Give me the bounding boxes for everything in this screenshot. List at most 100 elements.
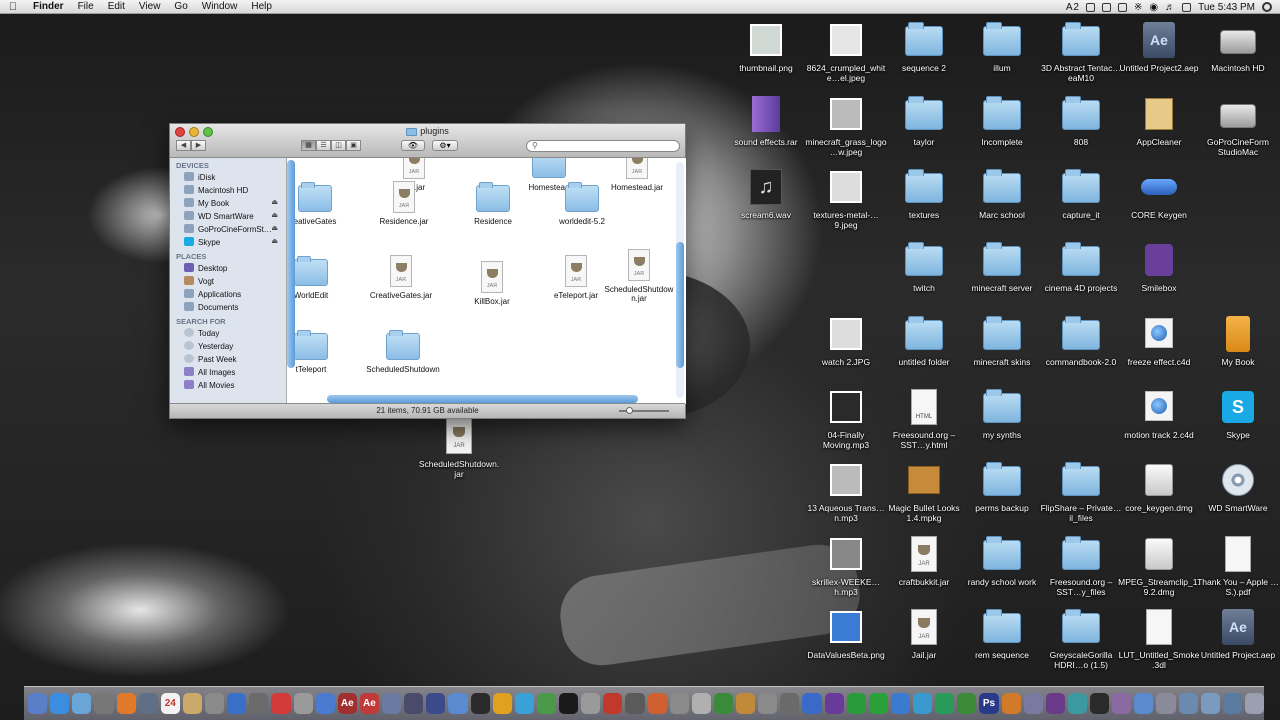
search-input[interactable]: ⚲ [526,140,680,152]
eject-icon[interactable]: ⏏ [271,237,278,247]
dock-app-icon[interactable] [1045,693,1065,714]
desktop-icon-item[interactable]: LUT_Untitled_Smoke.3dl [1118,607,1200,670]
file-item[interactable]: ScheduledShutdown.jar [603,248,675,303]
desktop-icon-item[interactable]: untitled folder [883,314,965,367]
file-item[interactable]: CreativeGates.jar [361,254,441,300]
dock-after-effects-icon[interactable]: Ae [337,693,357,714]
finder-window[interactable]: plugins ◀ ▶ ▦ ☰ ◫ ▣ 👁 ⚙▾ ⚲ DEVICES iDisk… [169,123,686,419]
dock-app-icon[interactable] [846,693,866,714]
sidebar-item-wd-smartware[interactable]: WD SmartWare ⏏ [170,210,286,223]
dock-after-effects-icon[interactable]: Ae [359,693,379,714]
menu-edit[interactable]: Edit [101,1,132,12]
desktop-icon-item[interactable]: minecraft_grass_logo…w.jpeg [805,94,887,157]
dock-app-icon[interactable] [559,693,579,714]
vertical-scroll-thumb[interactable] [676,242,684,368]
eject-icon[interactable]: ⏏ [271,198,278,208]
desktop-icon-item[interactable]: GoProCineForm StudioMac [1197,94,1279,157]
sidebar-item-today[interactable]: Today [170,327,286,340]
dock-app-icon[interactable] [448,693,468,714]
volume-icon[interactable]: ♬ [1165,2,1175,13]
desktop-icon-item[interactable]: minecraft server [961,240,1043,293]
dock-app-icon[interactable] [271,693,291,714]
desktop-icon-item[interactable]: MPEG_Streamclip_1.9.2.dmg [1118,534,1200,597]
desktop-icon-item[interactable]: motion track 2.c4d [1118,387,1200,440]
dock-app-icon[interactable] [669,693,689,714]
dock-app-icon[interactable] [249,693,269,714]
dock-calendar-icon[interactable]: 24 [160,693,180,714]
file-item[interactable]: eativeGates [287,180,355,226]
dock-app-icon[interactable] [116,693,136,714]
menu-file[interactable]: File [71,1,101,12]
finder-titlebar[interactable]: plugins ◀ ▶ ▦ ☰ ◫ ▣ 👁 ⚙▾ ⚲ [170,124,685,158]
mail-icon[interactable] [1101,2,1111,12]
desktop-icon-item[interactable]: DataValuesBeta.png [805,607,887,660]
desktop-icon-item[interactable]: S Skype [1197,387,1279,440]
content-left-scroll-indicator[interactable] [287,160,295,368]
dock-app-icon[interactable] [802,693,822,714]
desktop-icon-item[interactable]: sequence 2 [883,20,965,73]
quick-look-eye-icon[interactable]: 👁 [401,140,425,151]
dock-app-icon[interactable] [1222,693,1242,714]
time-machine-icon[interactable] [1117,2,1127,12]
sidebar-item-macintosh-hd[interactable]: Macintosh HD [170,184,286,197]
desktop-icon-item[interactable]: freeze effect.c4d [1118,314,1200,367]
wifi-icon[interactable]: ◉ [1149,2,1158,13]
desktop-icon-item[interactable]: my synths [961,387,1043,440]
dock-app-icon[interactable] [72,693,92,714]
desktop-icon-item[interactable]: ♫ scream6.wav [725,167,807,220]
sidebar-item-documents[interactable]: Documents [170,301,286,314]
dock-app-icon[interactable] [1001,693,1021,714]
dock-app-icon[interactable] [514,693,534,714]
dock-app-icon[interactable] [1200,693,1220,714]
desktop-icon-item[interactable]: rem sequence [961,607,1043,660]
desktop-icon-item[interactable]: Magic Bullet Looks 1.4.mpkg [883,460,965,523]
dock-app-icon[interactable] [28,693,48,714]
desktop-icon-item[interactable]: craftbukkit.jar [883,534,965,587]
desktop-icon-item[interactable]: FlipShare – Private…il_files [1040,460,1122,523]
dock-app-icon[interactable] [382,693,402,714]
menu-app-finder[interactable]: Finder [26,1,71,12]
dock-app-icon[interactable] [691,693,711,714]
spotlight-search-icon[interactable] [1262,2,1272,12]
desktop-icon-item[interactable]: My Book [1197,314,1279,367]
dock-app-icon[interactable] [935,693,955,714]
sidebar-item-my-book[interactable]: My Book ⏏ [170,197,286,210]
dock-app-icon[interactable] [868,693,888,714]
dock-app-icon[interactable] [1244,693,1264,714]
desktop-icon-item[interactable]: Marc school [961,167,1043,220]
dock-app-icon[interactable] [426,693,446,714]
desktop-icon-item[interactable]: 04-Finally Moving.mp3 [805,387,887,450]
file-item[interactable]: KillBox.jar [452,260,532,306]
desktop-icon-item[interactable]: watch 2.JPG [805,314,887,367]
sidebar-item-past-week[interactable]: Past Week [170,353,286,366]
dock-app-icon[interactable] [758,693,778,714]
back-button[interactable]: ◀ [176,140,191,151]
desktop-icon-item[interactable]: core_keygen.dmg [1118,460,1200,513]
desktop-icon-item[interactable]: illum [961,20,1043,73]
dock-app-icon[interactable] [1134,693,1154,714]
dock-app-icon[interactable] [205,693,225,714]
dock-app-icon[interactable] [293,693,313,714]
desktop-icon-item[interactable]: Ae Untitled Project.aep [1197,607,1279,660]
file-item[interactable]: Residence [453,180,533,226]
desktop-icon-item[interactable]: Jail.jar [883,607,965,660]
list-view-button[interactable]: ☰ [316,140,331,151]
sidebar-item-skype[interactable]: Skype ⏏ [170,236,286,249]
menu-view[interactable]: View [132,1,168,12]
dock-app-icon[interactable] [603,693,623,714]
dock-photoshop-icon[interactable]: Ps [979,693,999,714]
dock-app-icon[interactable] [625,693,645,714]
adobe-status-icon[interactable]: A 2 [1066,2,1079,13]
desktop-icon-item[interactable]: perms backup [961,460,1043,513]
eject-icon[interactable]: ⏏ [271,224,278,234]
dock-app-icon[interactable] [780,693,800,714]
dock-app-icon[interactable] [536,693,556,714]
dock-app-icon[interactable] [1090,693,1110,714]
dock-app-icon[interactable] [647,693,667,714]
dock-app-icon[interactable] [890,693,910,714]
sidebar-item-idisk[interactable]: iDisk [170,171,286,184]
vertical-scrollbar[interactable] [676,162,684,398]
sidebar-item-home[interactable]: Vogt [170,275,286,288]
dock-app-icon[interactable] [315,693,335,714]
menu-go[interactable]: Go [167,1,194,12]
